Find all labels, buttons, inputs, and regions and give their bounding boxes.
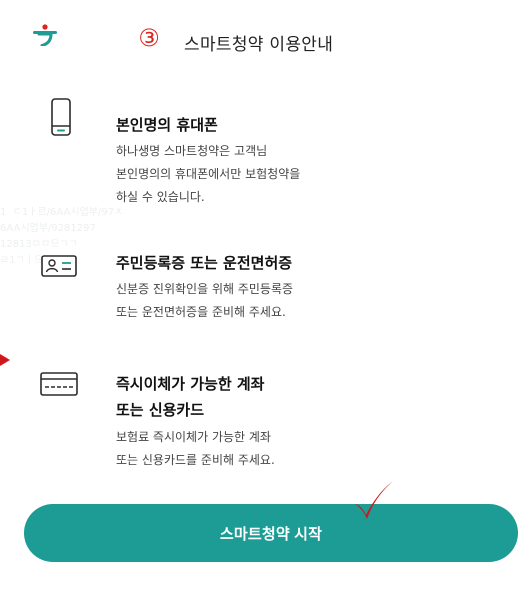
section-desc-phone-line3: 하실 수 있습니다. bbox=[116, 190, 205, 204]
start-smart-subscription-button[interactable]: 스마트청약 시작 bbox=[24, 504, 518, 562]
arrow-marker-icon bbox=[0, 354, 10, 366]
step-number: ③ bbox=[138, 24, 160, 52]
id-card-icon bbox=[41, 255, 77, 277]
mobile-phone-icon bbox=[51, 98, 71, 136]
section-desc-account-line1: 보험료 즉시이체가 가능한 계좌 bbox=[116, 430, 271, 444]
section-title-account-line2: 또는 신용카드 bbox=[116, 401, 205, 419]
section-desc-phone-line1: 하나생명 스마트청약은 고객님 bbox=[116, 144, 268, 158]
hana-logo-icon bbox=[33, 24, 57, 46]
section-title-account-line1: 즉시이체가 가능한 계좌 bbox=[116, 375, 265, 393]
section-desc-phone-line2: 본인명의의 휴대폰에서만 보험청약을 bbox=[116, 167, 301, 181]
credit-card-icon bbox=[40, 372, 78, 396]
section-desc-id-line1: 신분증 진위확인을 위해 주민등록증 bbox=[116, 282, 294, 296]
section-desc-id-line2: 또는 운전면허증을 준비해 주세요. bbox=[116, 305, 286, 319]
checkmark-icon bbox=[355, 481, 393, 519]
section-title-phone: 본인명의 휴대폰 bbox=[116, 116, 218, 134]
section-title-id: 주민등록증 또는 운전면허증 bbox=[116, 254, 293, 272]
page-title: 스마트청약 이용안내 bbox=[184, 35, 334, 55]
section-desc-account-line2: 또는 신용카드를 준비해 주세요. bbox=[116, 453, 275, 467]
